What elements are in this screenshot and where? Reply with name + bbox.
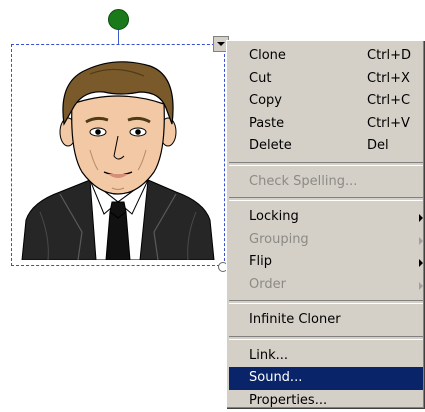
- submenu-arrow-icon: [419, 259, 423, 267]
- menu-separator: [229, 197, 423, 201]
- menu-item-label: Locking: [249, 206, 299, 229]
- menu-item-flip[interactable]: Flip: [229, 251, 423, 274]
- menu-item-label: Check Spelling...: [249, 171, 357, 194]
- menu-item-locking[interactable]: Locking: [229, 206, 423, 229]
- menu-item-shortcut: Ctrl+X: [367, 68, 410, 91]
- menu-item-label: Clone: [249, 45, 286, 68]
- menu-separator: [229, 336, 423, 340]
- submenu-arrow-icon: [419, 237, 423, 245]
- menu-item-copy[interactable]: Copy Ctrl+C: [229, 90, 423, 113]
- context-menu: Clone Ctrl+D Cut Ctrl+X Copy Ctrl+C Past…: [226, 40, 425, 409]
- menu-item-cut[interactable]: Cut Ctrl+X: [229, 68, 423, 91]
- menu-item-shortcut: Ctrl+C: [367, 90, 410, 113]
- menu-item-label: Cut: [249, 68, 271, 91]
- rotate-handle-stem: [118, 30, 119, 44]
- menu-item-shortcut: Del: [367, 135, 389, 158]
- rotate-handle[interactable]: [108, 9, 129, 30]
- menu-item-link[interactable]: Link...: [229, 345, 423, 368]
- menu-item-order[interactable]: Order: [229, 274, 423, 297]
- menu-item-shortcut: Ctrl+D: [367, 45, 411, 68]
- menu-item-label: Link...: [249, 345, 288, 368]
- menu-item-paste[interactable]: Paste Ctrl+V: [229, 113, 423, 136]
- menu-separator: [229, 300, 423, 304]
- menu-item-label: Delete: [249, 135, 292, 158]
- menu-separator: [229, 162, 423, 166]
- menu-item-delete[interactable]: Delete Del: [229, 135, 423, 158]
- menu-item-check-spelling[interactable]: Check Spelling...: [229, 171, 423, 194]
- menu-item-grouping[interactable]: Grouping: [229, 229, 423, 252]
- portrait-image[interactable]: [20, 52, 216, 260]
- menu-item-clone[interactable]: Clone Ctrl+D: [229, 45, 423, 68]
- submenu-arrow-icon: [419, 214, 423, 222]
- menu-item-label: Paste: [249, 113, 284, 136]
- menu-item-sound[interactable]: Sound...: [229, 367, 423, 390]
- menu-item-label: Copy: [249, 90, 282, 113]
- submenu-arrow-icon: [419, 282, 423, 290]
- menu-item-label: Grouping: [249, 229, 309, 252]
- menu-item-label: Sound...: [249, 367, 302, 390]
- menu-item-shortcut: Ctrl+V: [367, 113, 410, 136]
- menu-item-label: Flip: [249, 251, 272, 274]
- menu-item-label: Infinite Cloner: [249, 309, 341, 332]
- menu-item-label: Order: [249, 274, 286, 297]
- menu-item-infinite-cloner[interactable]: Infinite Cloner: [229, 309, 423, 332]
